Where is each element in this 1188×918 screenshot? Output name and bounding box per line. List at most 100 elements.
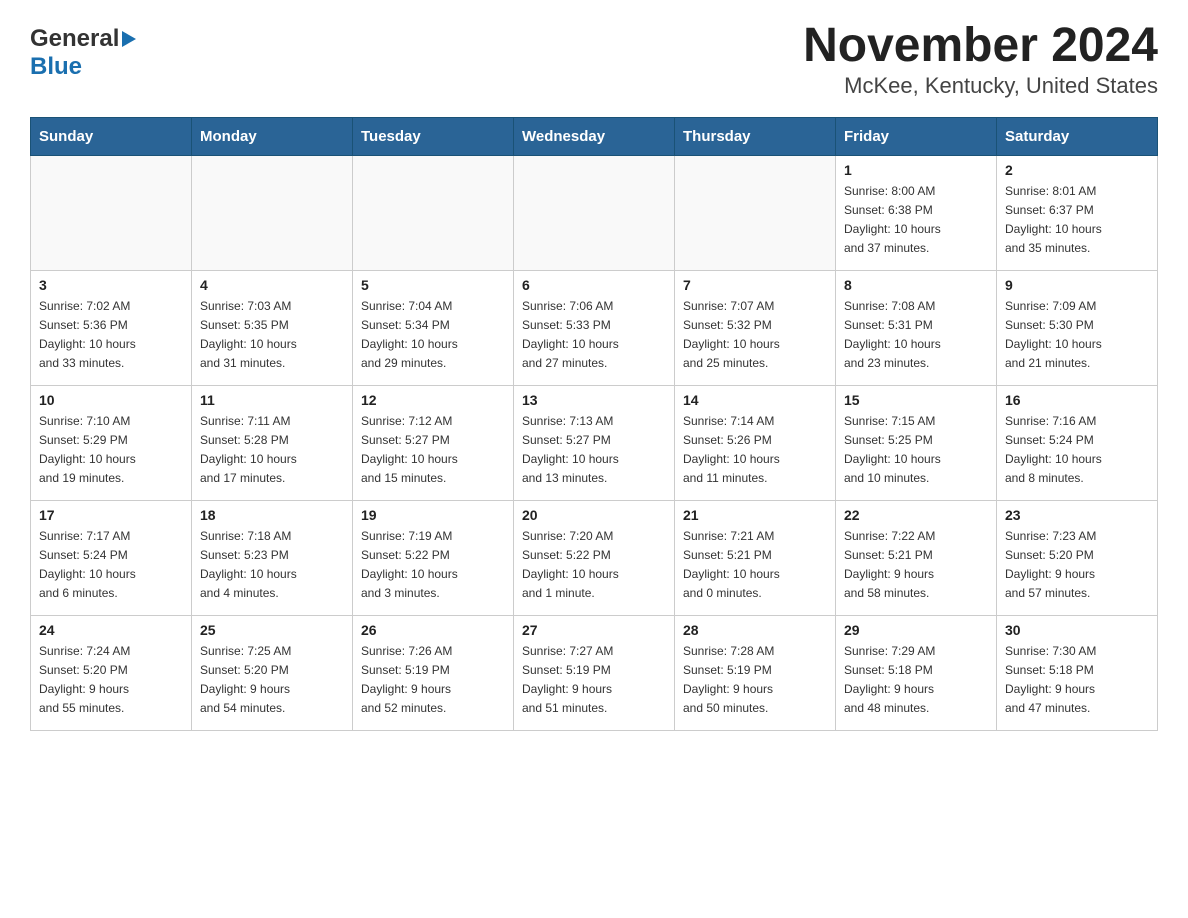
day-info: Sunrise: 7:04 AM Sunset: 5:34 PM Dayligh…: [361, 297, 505, 374]
logo: General Blue: [30, 20, 136, 81]
day-info: Sunrise: 7:19 AM Sunset: 5:22 PM Dayligh…: [361, 527, 505, 604]
calendar-header-row: SundayMondayTuesdayWednesdayThursdayFrid…: [31, 117, 1158, 155]
day-number: 10: [39, 392, 183, 408]
day-info: Sunrise: 7:09 AM Sunset: 5:30 PM Dayligh…: [1005, 297, 1149, 374]
day-number: 3: [39, 277, 183, 293]
day-number: 12: [361, 392, 505, 408]
day-info: Sunrise: 7:03 AM Sunset: 5:35 PM Dayligh…: [200, 297, 344, 374]
day-number: 16: [1005, 392, 1149, 408]
calendar-cell: 21 Sunrise: 7:21 AM Sunset: 5:21 PM Dayli…: [675, 500, 836, 615]
day-info: Sunrise: 7:30 AM Sunset: 5:18 PM Dayligh…: [1005, 642, 1149, 719]
day-info: Sunrise: 7:06 AM Sunset: 5:33 PM Dayligh…: [522, 297, 666, 374]
calendar-header-sunday: Sunday: [31, 117, 192, 155]
calendar-cell: 17Sunrise: 7:17 AM Sunset: 5:24 PM Dayli…: [31, 500, 192, 615]
calendar-cell: [31, 155, 192, 270]
calendar-cell: 6 Sunrise: 7:06 AM Sunset: 5:33 PM Daylig…: [514, 270, 675, 385]
calendar-cell: 4Sunrise: 7:03 AM Sunset: 5:35 PM Daylig…: [192, 270, 353, 385]
day-number: 30: [1005, 622, 1149, 638]
day-info: Sunrise: 7:11 AM Sunset: 5:28 PM Dayligh…: [200, 412, 344, 489]
calendar-cell: 22 Sunrise: 7:22 AM Sunset: 5:21 PM Dayli…: [836, 500, 997, 615]
calendar-cell: 16 Sunrise: 7:16 AM Sunset: 5:24 PM Dayli…: [997, 385, 1158, 500]
calendar-cell: 3 Sunrise: 7:02 AM Sunset: 5:36 PM Daylig…: [31, 270, 192, 385]
calendar-cell: 26 Sunrise: 7:26 AM Sunset: 5:19 PM Dayli…: [353, 615, 514, 730]
day-info: Sunrise: 7:18 AM Sunset: 5:23 PM Dayligh…: [200, 527, 344, 604]
calendar-week-row: 1Sunrise: 8:00 AM Sunset: 6:38 PM Daylig…: [31, 155, 1158, 270]
day-number: 5: [361, 277, 505, 293]
day-number: 23: [1005, 507, 1149, 523]
day-info: Sunrise: 7:28 AM Sunset: 5:19 PM Dayligh…: [683, 642, 827, 719]
day-info: Sunrise: 7:12 AM Sunset: 5:27 PM Dayligh…: [361, 412, 505, 489]
day-number: 15: [844, 392, 988, 408]
day-number: 19: [361, 507, 505, 523]
calendar-cell: 27 Sunrise: 7:27 AM Sunset: 5:19 PM Dayli…: [514, 615, 675, 730]
day-info: Sunrise: 7:22 AM Sunset: 5:21 PM Dayligh…: [844, 527, 988, 604]
day-number: 20: [522, 507, 666, 523]
day-number: 26: [361, 622, 505, 638]
day-number: 22: [844, 507, 988, 523]
calendar-cell: 19 Sunrise: 7:19 AM Sunset: 5:22 PM Dayli…: [353, 500, 514, 615]
page-subtitle: McKee, Kentucky, United States: [803, 73, 1158, 99]
day-info: Sunrise: 7:26 AM Sunset: 5:19 PM Dayligh…: [361, 642, 505, 719]
calendar-cell: 24 Sunrise: 7:24 AM Sunset: 5:20 PM Dayli…: [31, 615, 192, 730]
calendar-header-monday: Monday: [192, 117, 353, 155]
calendar-cell: 29 Sunrise: 7:29 AM Sunset: 5:18 PM Dayli…: [836, 615, 997, 730]
calendar-cell: 12 Sunrise: 7:12 AM Sunset: 5:27 PM Dayli…: [353, 385, 514, 500]
day-number: 25: [200, 622, 344, 638]
calendar-cell: 8 Sunrise: 7:08 AM Sunset: 5:31 PM Daylig…: [836, 270, 997, 385]
day-info: Sunrise: 7:29 AM Sunset: 5:18 PM Dayligh…: [844, 642, 988, 719]
calendar-cell: 25 Sunrise: 7:25 AM Sunset: 5:20 PM Dayli…: [192, 615, 353, 730]
day-number: 29: [844, 622, 988, 638]
logo-general-text: General: [30, 25, 119, 53]
calendar-cell: 18 Sunrise: 7:18 AM Sunset: 5:23 PM Dayli…: [192, 500, 353, 615]
day-number: 18: [200, 507, 344, 523]
calendar-header-friday: Friday: [836, 117, 997, 155]
day-info: Sunrise: 7:17 AM Sunset: 5:24 PM Dayligh…: [39, 527, 183, 604]
calendar-header-wednesday: Wednesday: [514, 117, 675, 155]
calendar-week-row: 24 Sunrise: 7:24 AM Sunset: 5:20 PM Dayli…: [31, 615, 1158, 730]
calendar-cell: 23Sunrise: 7:23 AM Sunset: 5:20 PM Dayli…: [997, 500, 1158, 615]
day-number: 8: [844, 277, 988, 293]
day-info: Sunrise: 7:15 AM Sunset: 5:25 PM Dayligh…: [844, 412, 988, 489]
calendar-week-row: 10 Sunrise: 7:10 AM Sunset: 5:29 PM Dayli…: [31, 385, 1158, 500]
day-number: 9: [1005, 277, 1149, 293]
day-info: Sunrise: 7:14 AM Sunset: 5:26 PM Dayligh…: [683, 412, 827, 489]
day-info: Sunrise: 7:08 AM Sunset: 5:31 PM Dayligh…: [844, 297, 988, 374]
day-number: 24: [39, 622, 183, 638]
calendar-cell: [192, 155, 353, 270]
calendar-table: SundayMondayTuesdayWednesdayThursdayFrid…: [30, 117, 1158, 731]
calendar-cell: [675, 155, 836, 270]
logo-blue-text: Blue: [30, 53, 82, 81]
calendar-cell: 10 Sunrise: 7:10 AM Sunset: 5:29 PM Dayli…: [31, 385, 192, 500]
day-info: Sunrise: 7:07 AM Sunset: 5:32 PM Dayligh…: [683, 297, 827, 374]
calendar-header-saturday: Saturday: [997, 117, 1158, 155]
calendar-cell: 5 Sunrise: 7:04 AM Sunset: 5:34 PM Daylig…: [353, 270, 514, 385]
day-number: 14: [683, 392, 827, 408]
day-info: Sunrise: 7:25 AM Sunset: 5:20 PM Dayligh…: [200, 642, 344, 719]
calendar-cell: [353, 155, 514, 270]
day-number: 21: [683, 507, 827, 523]
day-info: Sunrise: 7:16 AM Sunset: 5:24 PM Dayligh…: [1005, 412, 1149, 489]
calendar-header-tuesday: Tuesday: [353, 117, 514, 155]
calendar-week-row: 17Sunrise: 7:17 AM Sunset: 5:24 PM Dayli…: [31, 500, 1158, 615]
calendar-cell: 9 Sunrise: 7:09 AM Sunset: 5:30 PM Daylig…: [997, 270, 1158, 385]
calendar-cell: 20Sunrise: 7:20 AM Sunset: 5:22 PM Dayli…: [514, 500, 675, 615]
day-info: Sunrise: 7:24 AM Sunset: 5:20 PM Dayligh…: [39, 642, 183, 719]
page-header: General Blue November 2024 McKee, Kentuc…: [30, 20, 1158, 99]
day-number: 11: [200, 392, 344, 408]
calendar-cell: 14 Sunrise: 7:14 AM Sunset: 5:26 PM Dayli…: [675, 385, 836, 500]
calendar-cell: 2Sunrise: 8:01 AM Sunset: 6:37 PM Daylig…: [997, 155, 1158, 270]
day-info: Sunrise: 7:13 AM Sunset: 5:27 PM Dayligh…: [522, 412, 666, 489]
day-info: Sunrise: 7:10 AM Sunset: 5:29 PM Dayligh…: [39, 412, 183, 489]
calendar-cell: 11 Sunrise: 7:11 AM Sunset: 5:28 PM Dayli…: [192, 385, 353, 500]
day-info: Sunrise: 7:27 AM Sunset: 5:19 PM Dayligh…: [522, 642, 666, 719]
day-number: 13: [522, 392, 666, 408]
day-number: 6: [522, 277, 666, 293]
day-info: Sunrise: 7:02 AM Sunset: 5:36 PM Dayligh…: [39, 297, 183, 374]
calendar-cell: 13 Sunrise: 7:13 AM Sunset: 5:27 PM Dayli…: [514, 385, 675, 500]
logo-arrow-icon: [122, 31, 136, 47]
calendar-cell: 30 Sunrise: 7:30 AM Sunset: 5:18 PM Dayli…: [997, 615, 1158, 730]
calendar-week-row: 3 Sunrise: 7:02 AM Sunset: 5:36 PM Daylig…: [31, 270, 1158, 385]
day-number: 27: [522, 622, 666, 638]
day-info: Sunrise: 7:21 AM Sunset: 5:21 PM Dayligh…: [683, 527, 827, 604]
calendar-cell: 15 Sunrise: 7:15 AM Sunset: 5:25 PM Dayli…: [836, 385, 997, 500]
